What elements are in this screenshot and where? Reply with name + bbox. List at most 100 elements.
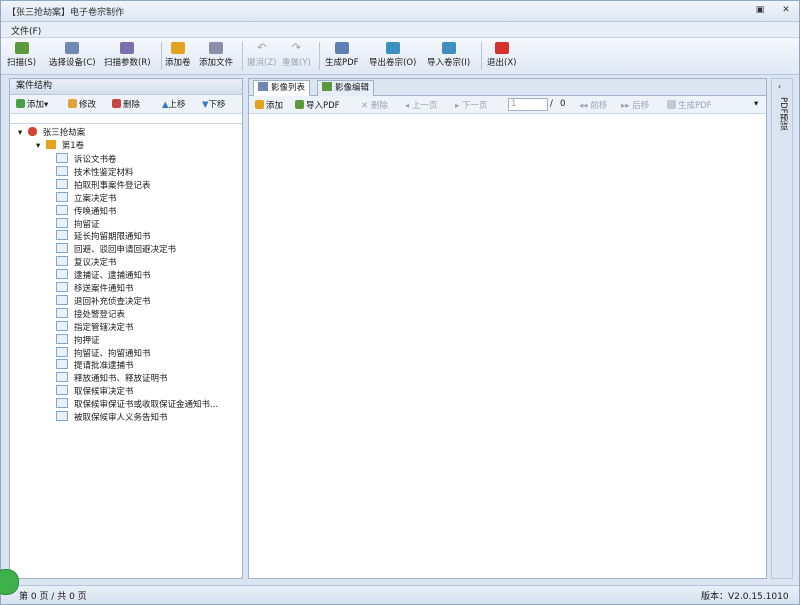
close-icon[interactable]: ✕ — [779, 4, 793, 16]
page-number-input[interactable]: 1 — [508, 98, 548, 111]
tree-delete-button[interactable]: 删除 — [112, 98, 140, 110]
exit-button[interactable]: 退出(X) — [487, 40, 516, 72]
redo-button[interactable]: ↷ 重做(Y) — [282, 40, 311, 72]
tree-doc-item[interactable]: 延长拘留期限通知书 — [56, 230, 151, 242]
tree-doc-item[interactable]: 拘留证、拘留通知书 — [56, 346, 151, 359]
tree-doc-label: 移送案件通知书 — [74, 284, 134, 294]
tree-doc-label: 延长拘留期限通知书 — [74, 232, 151, 243]
move-next-label: 后移 — [632, 101, 650, 111]
scan-params-button[interactable]: 扫描参数(R) — [104, 40, 151, 72]
tree-doc-label: 接处警登记表 — [74, 309, 126, 320]
redo-icon: ↷ — [291, 41, 302, 54]
menu-bar: 文件(F) — [1, 22, 799, 38]
document-icon — [56, 359, 68, 370]
toolbar-overflow-icon[interactable]: ▾ — [754, 99, 758, 109]
toolbar-separator — [242, 42, 243, 70]
prev-page-button[interactable]: ◂ 上一页 — [405, 99, 437, 111]
image-list-area[interactable] — [249, 114, 766, 578]
exit-label: 退出(X) — [487, 58, 517, 68]
tab-image-list-label: 影像列表 — [271, 83, 306, 93]
add-image-icon — [255, 100, 264, 109]
tree-doc-item[interactable]: 被取保候审人义务告知书 — [56, 411, 168, 423]
tab-image-list[interactable]: 影像列表 — [253, 80, 311, 97]
document-icon — [56, 346, 68, 357]
undo-button[interactable]: ↶ 撤消(Z) — [247, 40, 276, 72]
scan-button[interactable]: 扫描(S) — [7, 40, 36, 72]
document-icon — [56, 282, 68, 292]
gen-pdf-button[interactable]: 生成PDF — [667, 99, 712, 111]
tree-doc-item[interactable]: 诉讼文书卷 — [56, 153, 117, 165]
tree-doc-label: 指定管辖决定书 — [74, 322, 134, 333]
collapse-icon[interactable]: ▾ — [36, 141, 40, 151]
tree-edit-button[interactable]: 修改 — [68, 98, 96, 110]
tree-doc-item[interactable]: 拍取刑事案件登记表 — [56, 178, 151, 191]
tree-doc-label: 取保候审决定书 — [74, 387, 134, 398]
tree-add-button[interactable]: 添加▾ — [16, 98, 48, 110]
add-volume-label: 添加卷 — [165, 58, 191, 68]
select-device-label: 选择设备(C) — [49, 58, 96, 68]
list-icon — [258, 82, 268, 91]
case-structure-toolbar: 添加▾ 修改 删除 ▲上移 ▼下移 — [10, 95, 242, 114]
tree-add-label: 添加 — [27, 100, 45, 110]
tree-doc-item[interactable]: 移送案件通知书 — [56, 282, 134, 294]
tree-doc-item[interactable]: 技术性鉴定材料 — [56, 165, 134, 178]
generate-pdf-button[interactable]: 生成PDF — [325, 40, 359, 72]
add-file-button[interactable]: 添加文件 — [199, 40, 233, 72]
menu-file[interactable]: 文件(F) — [11, 24, 41, 37]
tree-doc-item[interactable]: 传唤通知书 — [56, 204, 117, 217]
document-icon — [56, 204, 68, 215]
volume-icon — [170, 42, 185, 54]
tree-doc-item[interactable]: 取保候审决定书 — [56, 385, 134, 397]
tree-doc-item[interactable]: 接处警登记表 — [56, 307, 126, 320]
import-pdf-icon — [295, 100, 304, 109]
tree-doc-item[interactable]: 拘留证 — [56, 217, 100, 230]
next-page-button[interactable]: ▸ 下一页 — [455, 99, 487, 111]
document-icon — [56, 398, 68, 409]
tree-doc-item[interactable]: 复议决定书 — [56, 256, 117, 268]
next-icon: ▸ — [455, 101, 462, 111]
import-volume-button[interactable]: 导入卷宗(I) — [427, 40, 470, 72]
tree-doc-item[interactable]: 提请批准逮捕书 — [56, 359, 134, 371]
undo-icon: ↶ — [257, 41, 267, 54]
tree-doc-item[interactable]: 逮捕证、逮捕通知书 — [56, 269, 151, 281]
page-total: 0 — [560, 99, 566, 109]
tree-doc-item[interactable]: 立案决定书 — [56, 191, 117, 204]
tree-doc-item[interactable]: 指定管辖决定书 — [56, 320, 134, 333]
document-icon — [56, 165, 68, 176]
status-version: 版本：V2.0.15.1010 — [701, 592, 789, 602]
move-prev-button[interactable]: ◂◂ 前移 — [579, 99, 607, 111]
tree-doc-item[interactable]: 回避、驳回申请回避决定书 — [56, 243, 176, 255]
import-pdf-button[interactable]: 导入PDF — [295, 99, 340, 111]
tree-volume[interactable]: ▾ 第1卷 — [36, 140, 84, 152]
move-prev-icon: ◂◂ — [579, 101, 591, 111]
image-delete-button[interactable]: ✕ 删除 — [361, 99, 388, 111]
case-structure-panel: 案件结构 添加▾ 修改 删除 ▲上移 ▼下移 ▾ 张三抢劫案 ▾ 第1卷 诉讼文… — [9, 78, 243, 579]
pdf-preview-strip[interactable]: ‹ PDF预览 — [771, 78, 793, 579]
collapse-icon[interactable]: ▾ — [18, 128, 22, 138]
tree-up-button[interactable]: ▲上移 — [162, 98, 186, 110]
tree-root[interactable]: ▾ 张三抢劫案 — [18, 127, 85, 139]
tree-down-button[interactable]: ▼下移 — [202, 98, 226, 110]
edit-image-icon — [322, 82, 332, 91]
tree-doc-item[interactable]: 取保候审保证书或收取保证金通知书... — [56, 398, 218, 410]
prev-icon: ◂ — [405, 101, 412, 111]
tree-doc-label: 技术性鉴定材料 — [74, 167, 134, 178]
tree-volume-label: 第1卷 — [61, 141, 85, 151]
select-device-button[interactable]: 选择设备(C) — [49, 40, 96, 72]
restore-icon[interactable]: ▣ — [753, 4, 767, 16]
move-next-button[interactable]: ▸▸ 后移 — [621, 99, 649, 111]
scan-params-label: 扫描参数(R) — [104, 58, 151, 68]
export-volume-button[interactable]: 导出卷宗(O) — [369, 40, 416, 72]
tree-doc-item[interactable]: 释放通知书、释放证明书 — [56, 372, 168, 384]
tree-doc-item[interactable]: 退回补充侦查决定书 — [56, 294, 151, 307]
image-add-button[interactable]: 添加 — [255, 99, 283, 111]
add-volume-button[interactable]: 添加卷 — [165, 40, 191, 72]
document-icon — [56, 385, 68, 396]
add-file-label: 添加文件 — [199, 58, 234, 68]
tab-image-edit[interactable]: 影像编辑 — [317, 80, 375, 96]
export-icon — [385, 42, 400, 54]
pdf-preview-label[interactable]: PDF预览 — [777, 97, 789, 131]
document-icon — [56, 230, 68, 241]
chevron-left-icon[interactable]: ‹ — [778, 82, 781, 91]
tree-doc-item[interactable]: 拘押证 — [56, 333, 100, 346]
